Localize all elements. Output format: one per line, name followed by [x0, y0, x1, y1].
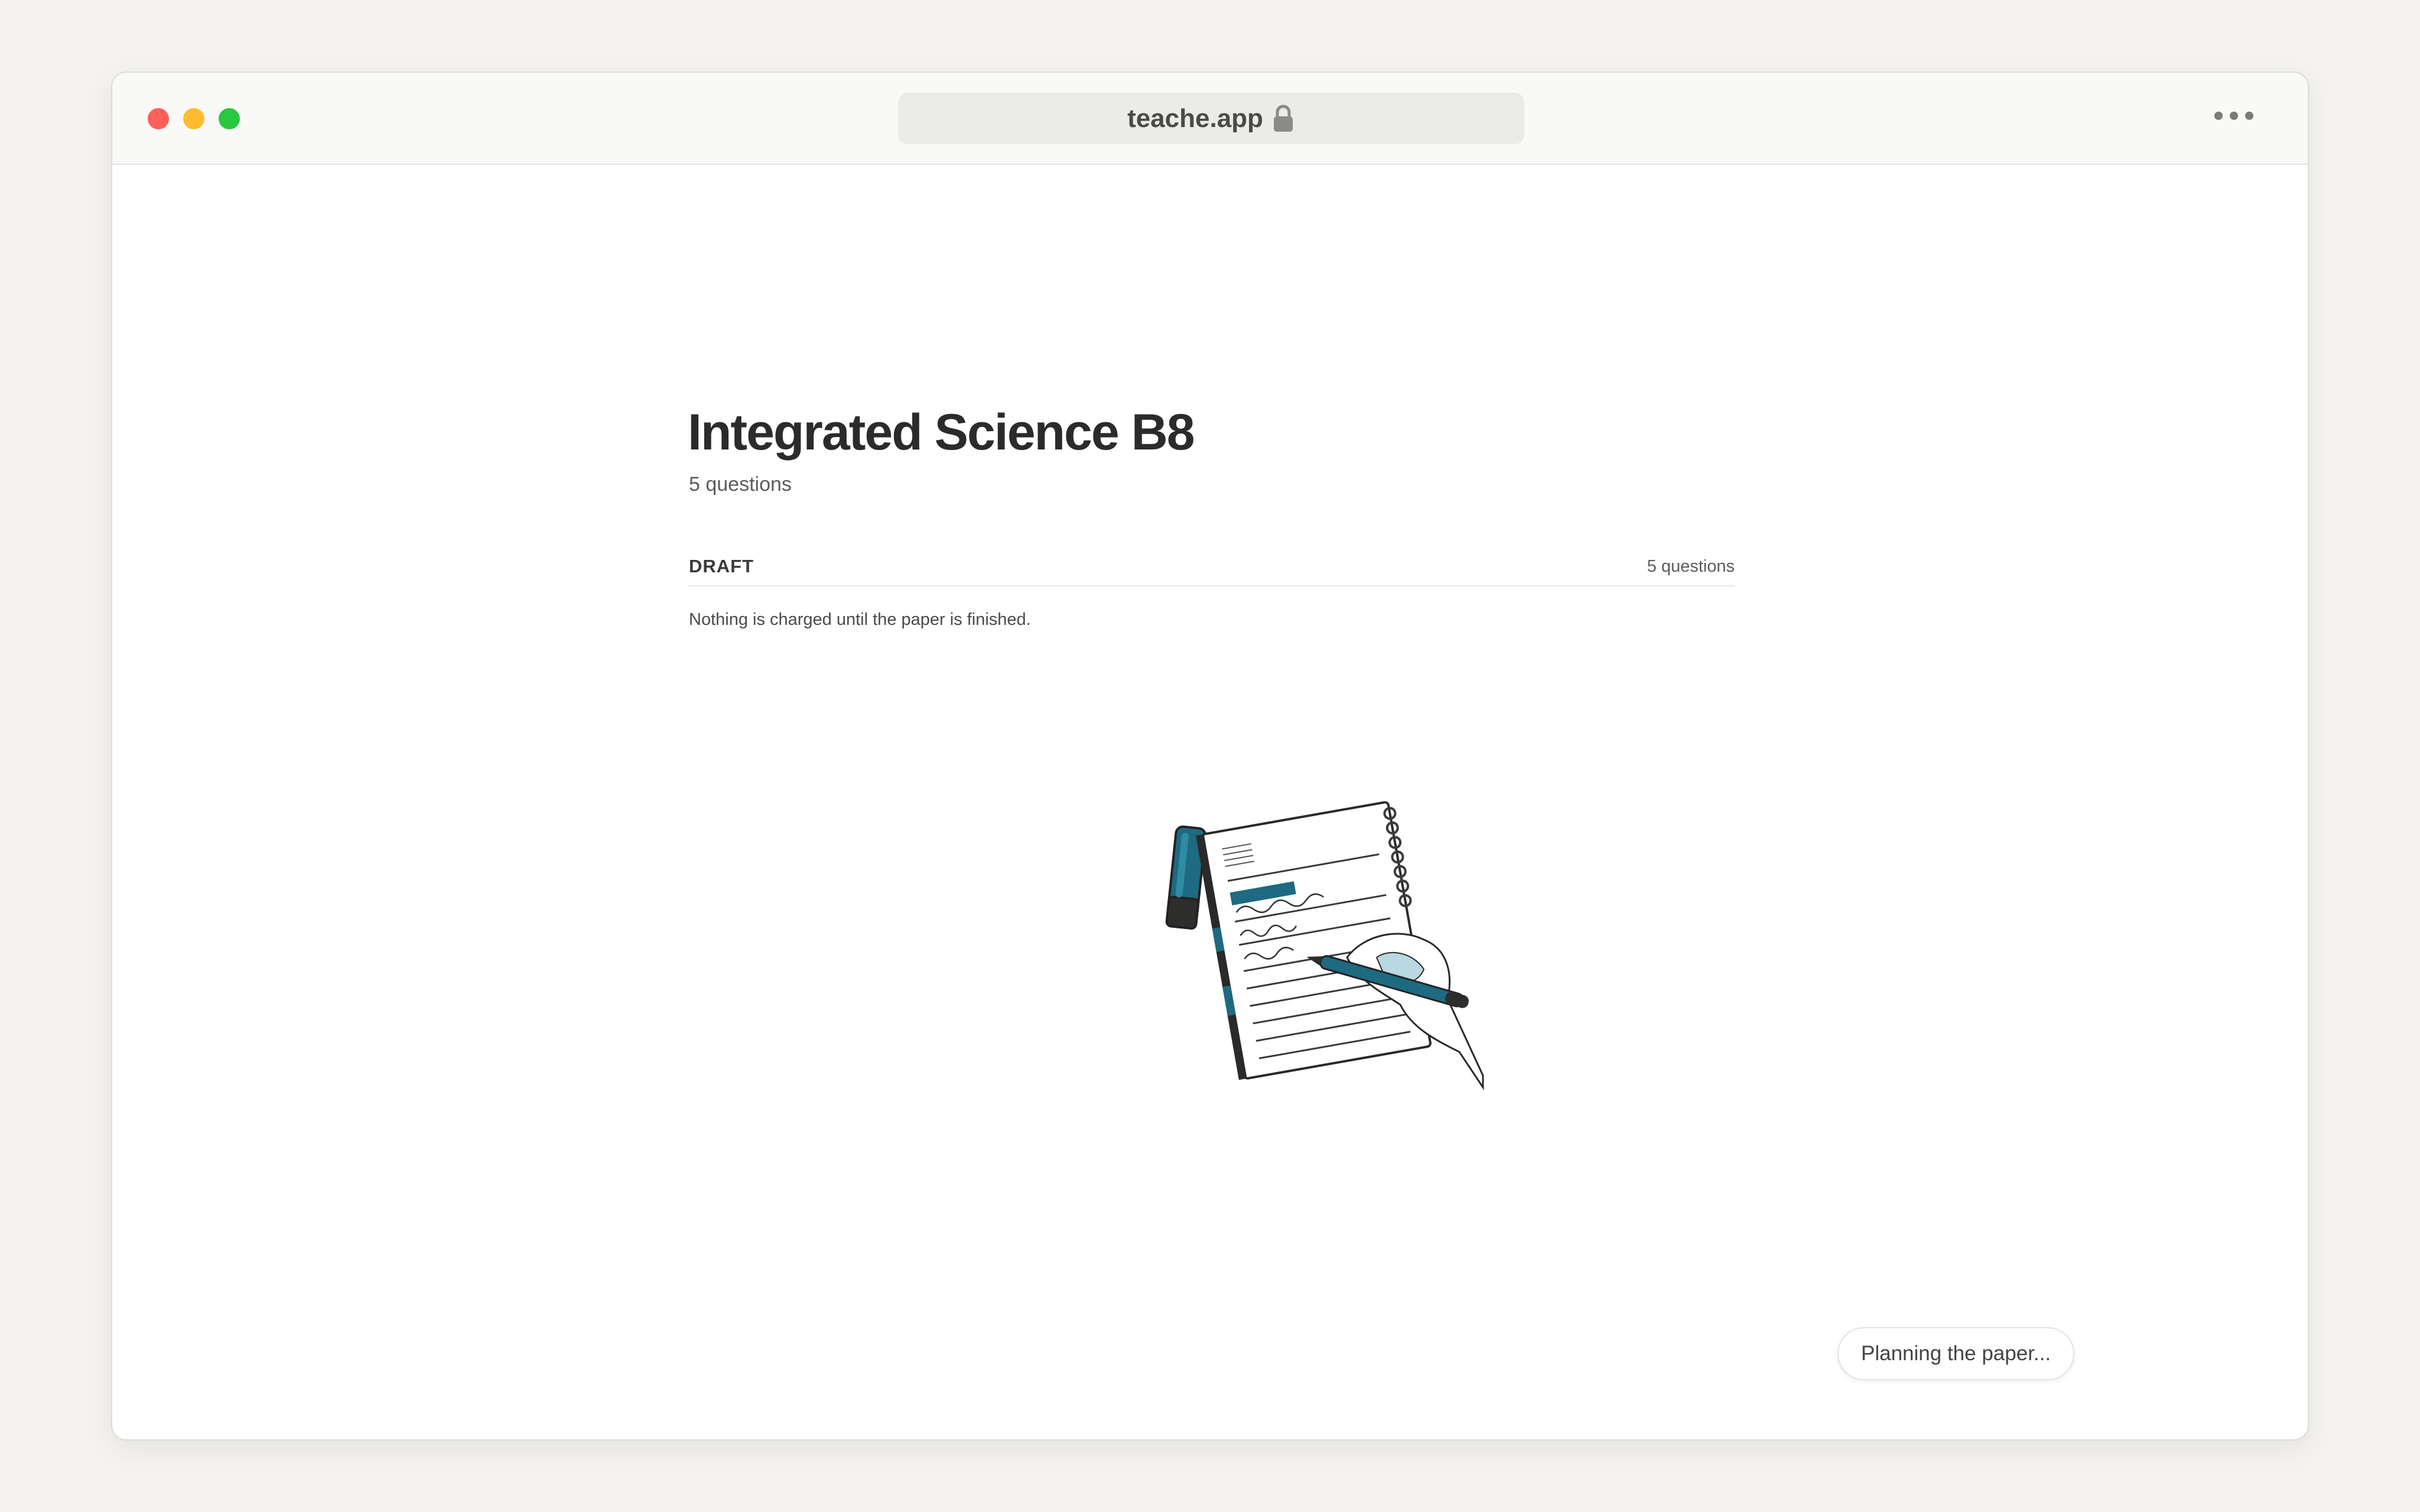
close-window-button[interactable]	[148, 108, 169, 129]
url-text: teache.app	[1127, 103, 1263, 133]
draft-question-count: 5 questions	[1647, 557, 1735, 576]
browser-window: teache.app Integrated Science B8 5 quest…	[111, 71, 2309, 1441]
draft-label: DRAFT	[689, 556, 754, 576]
browser-titlebar: teache.app	[112, 73, 2308, 165]
page-content: Integrated Science B8 5 questions DRAFT …	[112, 166, 2308, 1439]
minimize-window-button[interactable]	[183, 108, 204, 129]
lock-icon	[1271, 105, 1295, 133]
address-bar[interactable]: teache.app	[898, 93, 1524, 144]
maximize-window-button[interactable]	[219, 108, 240, 129]
generation-status-pill: Planning the paper...	[1837, 1327, 2075, 1380]
draft-header: DRAFT 5 questions	[688, 556, 1735, 586]
billing-note: Nothing is charged until the paper is fi…	[689, 610, 1031, 629]
page-title: Integrated Science B8	[688, 404, 1195, 461]
hand-writing-notebook-illustration	[1152, 780, 1495, 1182]
ellipsis-icon[interactable]	[2214, 112, 2253, 120]
question-count: 5 questions	[689, 473, 792, 496]
